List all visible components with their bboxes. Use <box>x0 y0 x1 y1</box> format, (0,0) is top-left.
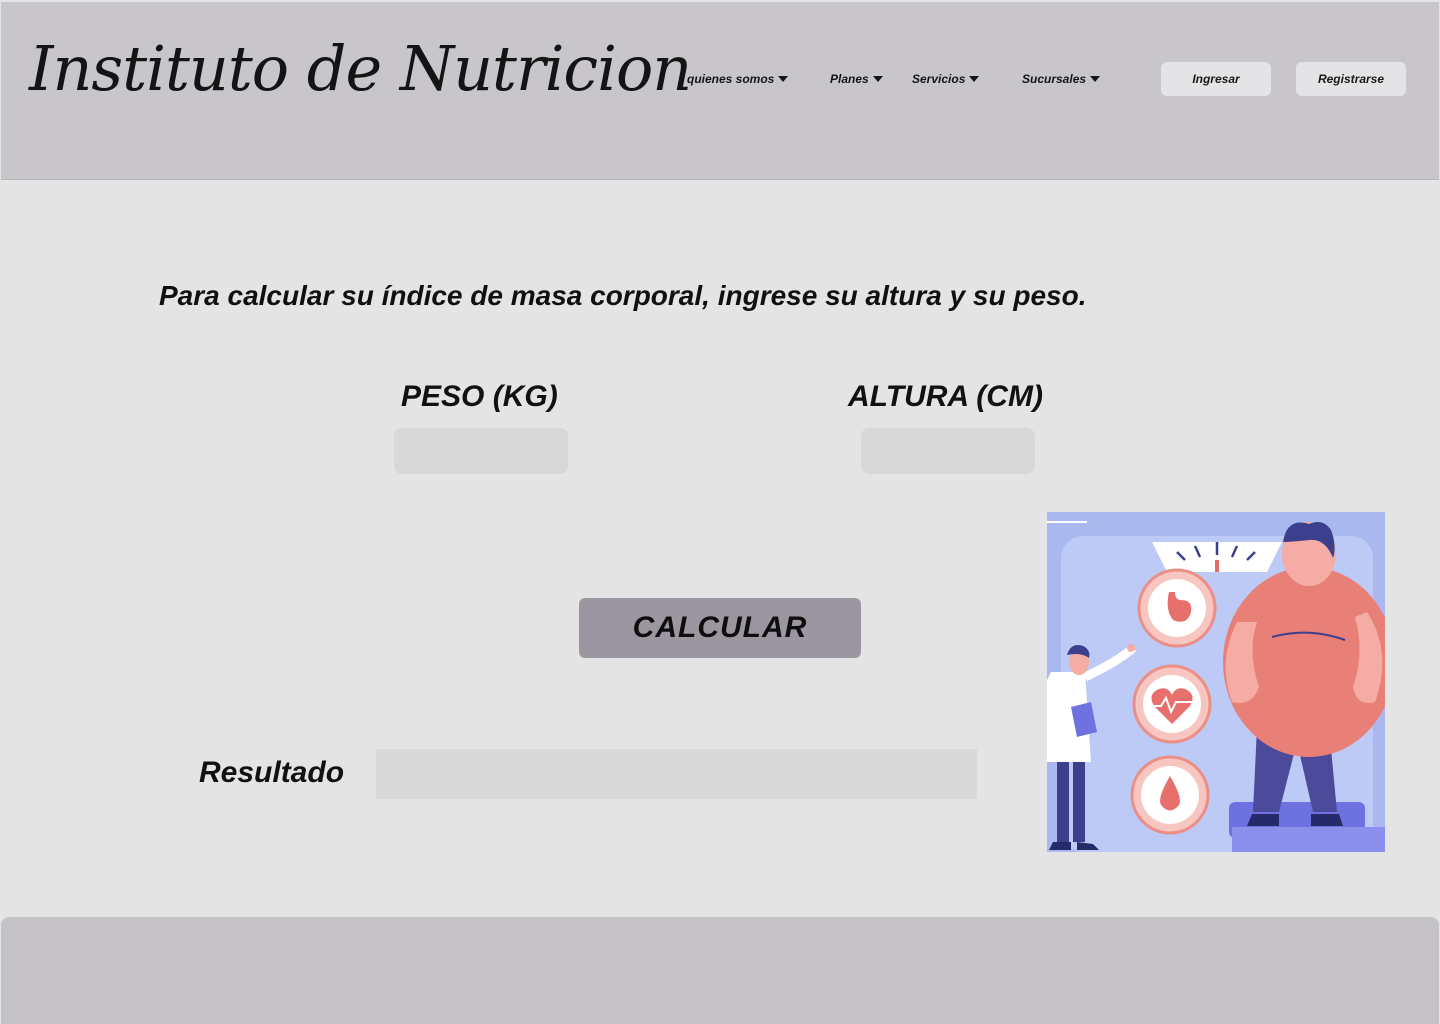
nav-label: Sucursales <box>1022 72 1087 86</box>
chevron-down-icon <box>778 76 789 82</box>
nav-servicios[interactable]: Servicios <box>912 72 980 86</box>
site-logo[interactable]: Instituto de Nutricion <box>29 32 692 105</box>
health-illustration <box>1047 512 1385 852</box>
header: Instituto de Nutricion quienes somos Pla… <box>1 2 1439 180</box>
instruction-text: Para calcular su índice de masa corporal… <box>159 280 1087 311</box>
heart-icon <box>1132 664 1212 744</box>
height-input[interactable] <box>861 428 1035 474</box>
calculate-button[interactable]: CALCULAR <box>579 598 861 658</box>
nav-sucursales[interactable]: Sucursales <box>1022 72 1101 86</box>
stomach-icon <box>1137 568 1217 648</box>
blood-drop-icon <box>1130 755 1210 835</box>
result-label: Resultado <box>199 756 345 789</box>
chevron-down-icon <box>969 76 980 82</box>
weight-label: PESO (KG) <box>401 380 558 413</box>
nav-label: Planes <box>830 72 869 86</box>
chevron-down-icon <box>872 76 883 82</box>
weight-input[interactable] <box>394 428 568 474</box>
register-button[interactable]: Registrarse <box>1296 62 1406 96</box>
nav-quienes-somos[interactable]: quienes somos <box>687 72 789 86</box>
chevron-down-icon <box>1090 76 1101 82</box>
nav-planes[interactable]: Planes <box>830 72 883 86</box>
nav-label: quienes somos <box>687 72 775 86</box>
result-field <box>376 749 977 799</box>
login-button[interactable]: Ingresar <box>1161 62 1271 96</box>
nav-label: Servicios <box>912 72 966 86</box>
height-label: ALTURA (CM) <box>848 380 1043 413</box>
footer <box>1 917 1439 1024</box>
